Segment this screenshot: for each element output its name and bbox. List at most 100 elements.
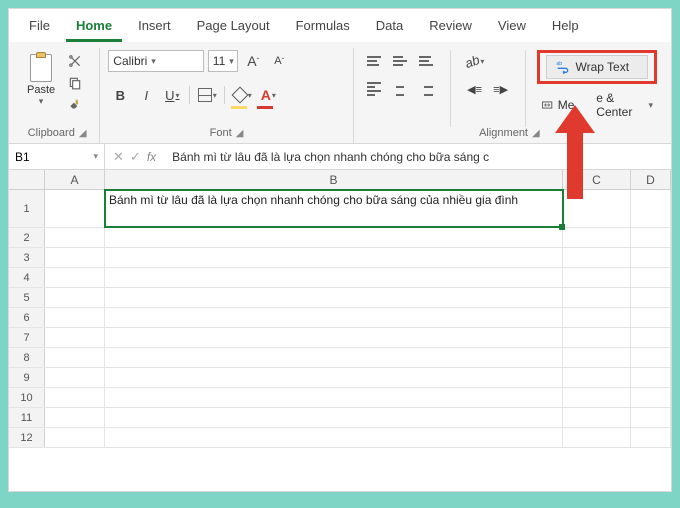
col-header-A[interactable]: A <box>45 170 105 189</box>
cell[interactable] <box>105 268 563 287</box>
cell[interactable] <box>105 368 563 387</box>
row-header[interactable]: 2 <box>9 228 45 247</box>
cell[interactable] <box>45 228 105 247</box>
cell[interactable] <box>105 308 563 327</box>
font-color-button[interactable]: A <box>256 84 280 106</box>
cell[interactable] <box>631 248 671 267</box>
font-size-combo[interactable]: 11▾ <box>208 50 238 72</box>
col-header-C[interactable]: C <box>563 170 631 189</box>
cut-button[interactable] <box>65 52 85 70</box>
row-header[interactable]: 1 <box>9 190 45 227</box>
cell[interactable] <box>105 248 563 267</box>
tab-data[interactable]: Data <box>366 14 413 42</box>
cell[interactable] <box>105 348 563 367</box>
row-header[interactable]: 8 <box>9 348 45 367</box>
cell[interactable] <box>105 288 563 307</box>
cell[interactable] <box>563 308 631 327</box>
align-bottom-button[interactable] <box>414 50 438 72</box>
cell[interactable] <box>45 248 105 267</box>
cell[interactable] <box>45 348 105 367</box>
cell[interactable] <box>631 268 671 287</box>
row-header[interactable]: 11 <box>9 408 45 427</box>
cell[interactable] <box>45 388 105 407</box>
row-header[interactable]: 4 <box>9 268 45 287</box>
row-header[interactable]: 10 <box>9 388 45 407</box>
cell[interactable] <box>45 408 105 427</box>
col-header-B[interactable]: B <box>105 170 563 189</box>
cell[interactable] <box>105 228 563 247</box>
select-all-corner[interactable] <box>9 170 45 189</box>
align-top-button[interactable] <box>362 50 386 72</box>
cell[interactable] <box>45 368 105 387</box>
align-middle-button[interactable] <box>388 50 412 72</box>
italic-button[interactable]: I <box>134 84 158 106</box>
row-header[interactable]: 7 <box>9 328 45 347</box>
tab-formulas[interactable]: Formulas <box>286 14 360 42</box>
cell[interactable] <box>563 388 631 407</box>
dialog-launcher-icon[interactable]: ◢ <box>79 128 87 139</box>
cell[interactable] <box>105 408 563 427</box>
col-header-D[interactable]: D <box>631 170 671 189</box>
borders-button[interactable] <box>195 84 219 106</box>
enter-formula-icon[interactable]: ✓ <box>130 149 141 165</box>
cell[interactable] <box>631 328 671 347</box>
bold-button[interactable]: B <box>108 84 132 106</box>
tab-help[interactable]: Help <box>542 14 589 42</box>
dialog-launcher-icon[interactable]: ◢ <box>236 128 244 139</box>
merge-center-button[interactable]: Mee & Center ▾ <box>537 88 657 122</box>
cell-B1[interactable]: Bánh mì từ lâu đã là lựa chọn nhanh chón… <box>105 190 563 227</box>
cell[interactable] <box>631 288 671 307</box>
cell[interactable] <box>631 308 671 327</box>
underline-button[interactable]: U▾ <box>160 84 184 106</box>
row-header[interactable]: 5 <box>9 288 45 307</box>
cell[interactable] <box>563 328 631 347</box>
cell[interactable] <box>631 348 671 367</box>
align-left-button[interactable] <box>362 78 386 100</box>
cell[interactable] <box>45 288 105 307</box>
format-painter-button[interactable] <box>65 96 85 114</box>
row-header[interactable]: 6 <box>9 308 45 327</box>
cell-A1[interactable] <box>45 190 105 227</box>
fx-icon[interactable]: fx <box>147 150 156 164</box>
increase-indent-button[interactable]: ≡▶ <box>489 78 513 100</box>
cell[interactable] <box>105 428 563 447</box>
fill-color-button[interactable] <box>230 84 254 106</box>
formula-input[interactable]: Bánh mì từ lâu đã là lựa chọn nhanh chón… <box>164 150 671 164</box>
cell[interactable] <box>563 228 631 247</box>
cell-C1[interactable] <box>563 190 631 227</box>
tab-file[interactable]: File <box>19 14 60 42</box>
cancel-formula-icon[interactable]: ✕ <box>113 149 124 165</box>
tab-insert[interactable]: Insert <box>128 14 181 42</box>
font-name-combo[interactable]: Calibri▾ <box>108 50 204 72</box>
cell[interactable] <box>631 368 671 387</box>
cell[interactable] <box>105 388 563 407</box>
cell[interactable] <box>631 428 671 447</box>
cell[interactable] <box>631 408 671 427</box>
tab-pagelayout[interactable]: Page Layout <box>187 14 280 42</box>
row-header[interactable]: 3 <box>9 248 45 267</box>
copy-button[interactable] <box>65 74 85 92</box>
cell[interactable] <box>45 328 105 347</box>
dialog-launcher-icon[interactable]: ◢ <box>532 128 540 139</box>
cell[interactable] <box>45 268 105 287</box>
wrap-text-button[interactable]: ab Wrap Text <box>546 55 648 79</box>
row-header[interactable]: 12 <box>9 428 45 447</box>
cell-D1[interactable] <box>631 190 671 227</box>
increase-font-button[interactable]: Aˆ <box>242 50 264 72</box>
align-center-button[interactable] <box>388 78 412 100</box>
cell[interactable] <box>631 388 671 407</box>
cell[interactable] <box>563 248 631 267</box>
cell[interactable] <box>563 428 631 447</box>
cell[interactable] <box>105 328 563 347</box>
cell[interactable] <box>45 428 105 447</box>
cell[interactable] <box>563 348 631 367</box>
cell[interactable] <box>45 308 105 327</box>
align-right-button[interactable] <box>414 78 438 100</box>
cell[interactable] <box>563 408 631 427</box>
cell[interactable] <box>563 368 631 387</box>
name-box[interactable]: B1▾ <box>9 144 105 169</box>
cell[interactable] <box>563 268 631 287</box>
tab-home[interactable]: Home <box>66 14 122 42</box>
tab-view[interactable]: View <box>488 14 536 42</box>
tab-review[interactable]: Review <box>419 14 482 42</box>
